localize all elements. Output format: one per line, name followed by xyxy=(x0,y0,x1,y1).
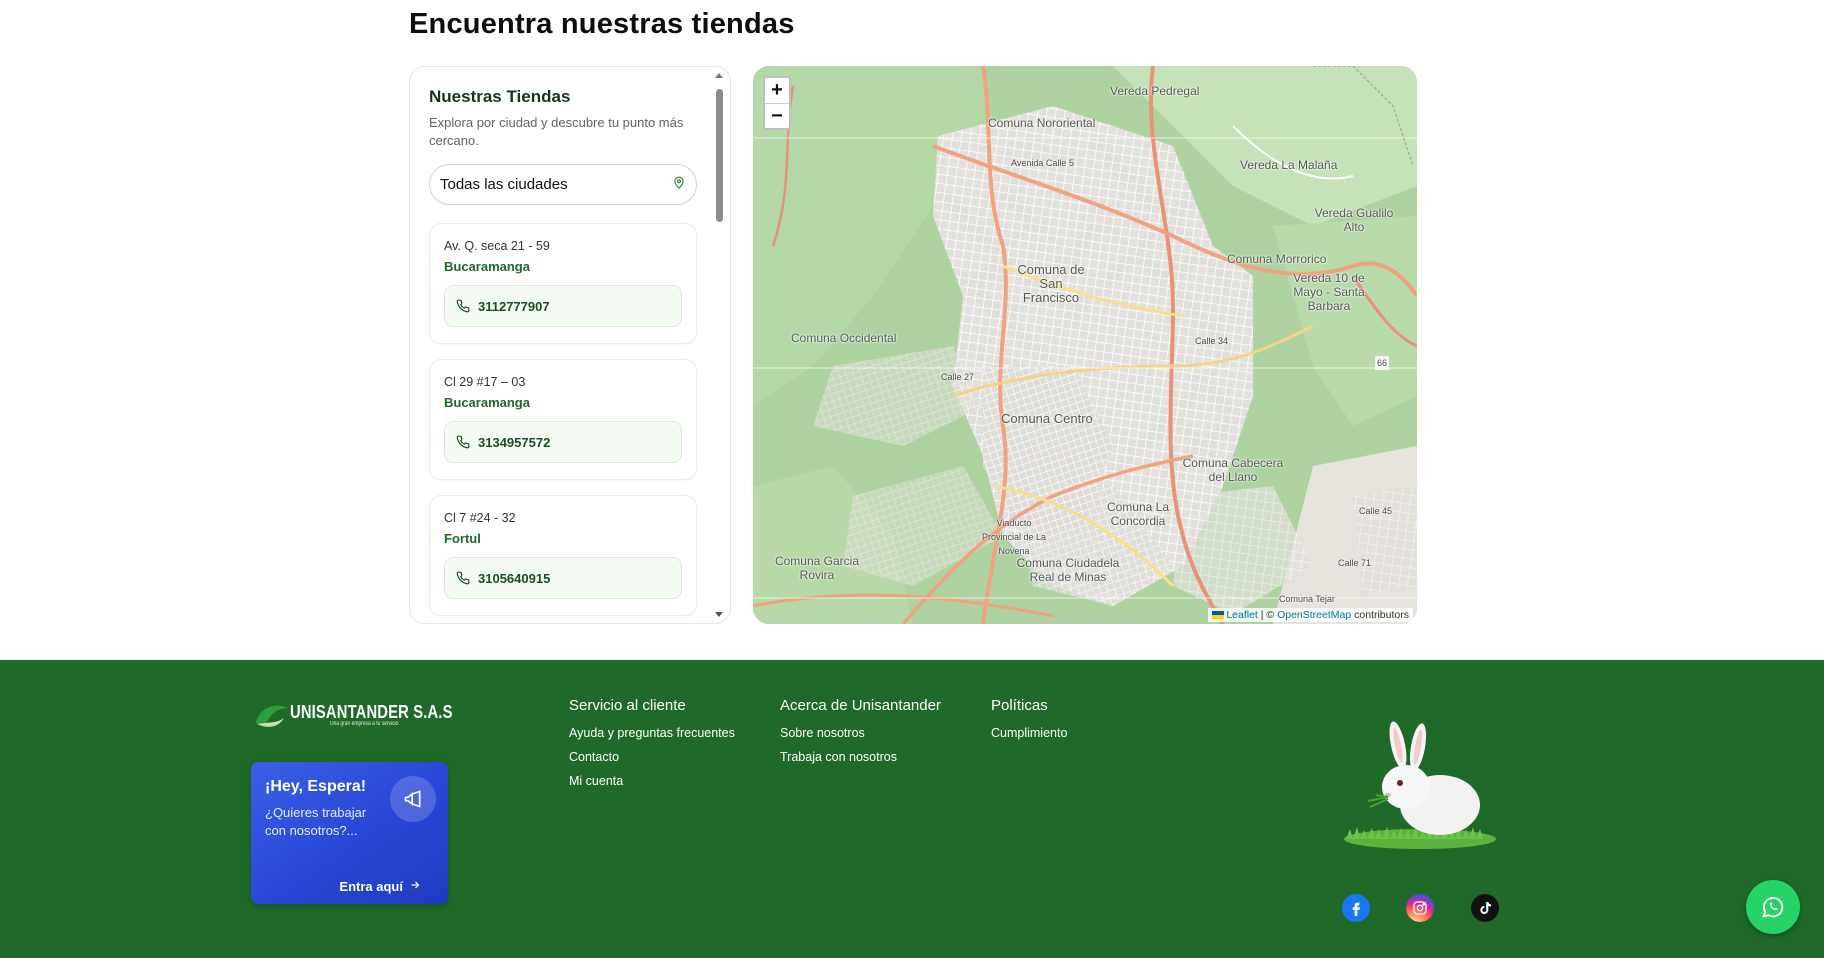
map-label: Vereda Gualilo Alto xyxy=(1314,206,1394,234)
zoom-out-button[interactable]: − xyxy=(765,103,789,128)
store-phone-number: 3134957572 xyxy=(478,434,551,450)
logo-tagline: Una gran empresa a tu servicio xyxy=(330,721,399,727)
arrow-right-icon xyxy=(409,879,421,894)
map-label: Viaducto Provincial de La Novena xyxy=(981,518,1047,556)
map-label: Comuna Centro xyxy=(1001,411,1093,426)
map-label: Avenida Calle 5 xyxy=(1011,158,1074,168)
instagram-icon[interactable] xyxy=(1406,894,1434,922)
ukraine-flag-icon xyxy=(1212,611,1225,620)
footer-column-acerca: Acerca de Unisantander Sobre nosotros Tr… xyxy=(780,697,941,774)
leaflet-link[interactable]: Leaflet xyxy=(1226,609,1258,621)
map-label: Comuna Cabecera del Llano xyxy=(1182,456,1284,484)
map-label: Comuna Morrorico xyxy=(1227,252,1327,266)
map-zoom-control: + − xyxy=(763,76,791,130)
footer-link[interactable]: Contacto xyxy=(569,750,735,764)
store-city: Bucaramanga xyxy=(444,259,530,274)
store-card[interactable]: Cl 7 #24 - 32 Fortul 3105640915 xyxy=(429,495,697,616)
whatsapp-chat-button[interactable] xyxy=(1746,880,1800,934)
promo-text: ¿Quieres trabajar con nosotros?... xyxy=(265,805,367,838)
megaphone-icon xyxy=(390,776,436,822)
store-city: Bucaramanga xyxy=(444,395,530,410)
route-marker: 66 xyxy=(1375,356,1390,370)
map-label: Calle 27 xyxy=(941,372,975,382)
store-card[interactable]: Cl 29 #17 – 03 Bucaramanga 3134957572 xyxy=(429,359,697,480)
store-address: Cl 7 #24 - 32 xyxy=(444,511,516,525)
map-tiles xyxy=(753,66,1417,624)
footer-link[interactable]: Trabaja con nosotros xyxy=(780,750,941,764)
leaf-logo-icon xyxy=(256,705,288,727)
map-attribution: Leaflet | © OpenStreetMap contributors xyxy=(1208,608,1413,622)
zoom-in-button[interactable]: + xyxy=(765,78,789,103)
stores-title: Nuestras Tiendas xyxy=(429,87,571,106)
whatsapp-icon xyxy=(1762,897,1784,918)
map-label: Vereda Pedregal xyxy=(1110,84,1200,98)
promo-link[interactable]: Entra aquí xyxy=(339,879,421,894)
phone-icon xyxy=(456,299,470,313)
scroll-thumb[interactable] xyxy=(716,89,723,222)
footer-column-title: Políticas xyxy=(991,697,1048,714)
footer-column-servicio: Servicio al cliente Ayuda y preguntas fr… xyxy=(569,697,735,798)
store-address: Av. Q. seca 21 - 59 xyxy=(444,239,550,253)
footer-link[interactable]: Cumplimiento xyxy=(991,726,1067,740)
store-phone-number: 3112777907 xyxy=(478,298,550,314)
map-label: Comuna Nororiental xyxy=(988,116,1096,130)
map-label: Comuna Garcia Rovira xyxy=(774,554,860,582)
store-card[interactable]: Av. Q. seca 21 - 59 Bucaramanga 31127779… xyxy=(429,223,697,344)
location-pin-icon xyxy=(672,176,686,194)
page-title: Encuentra nuestras tiendas xyxy=(409,8,795,40)
scroll-up-arrow[interactable] xyxy=(715,73,723,78)
tiktok-icon[interactable] xyxy=(1471,894,1499,922)
facebook-icon[interactable] xyxy=(1342,894,1370,922)
store-phone-button[interactable]: 3105640915 xyxy=(444,557,682,599)
map-label: Comuna La Concordia xyxy=(1106,500,1170,528)
store-address: Cl 29 #17 – 03 xyxy=(444,375,526,389)
store-map[interactable]: + − Vereda Pedregal Comuna Nororiental V… xyxy=(753,66,1417,624)
stores-scrollbar[interactable] xyxy=(714,71,724,619)
phone-icon xyxy=(456,435,470,449)
stores-subtitle: Explora por ciudad y descubre tu punto m… xyxy=(429,115,684,148)
city-filter-value: Todas las ciudades xyxy=(440,176,568,193)
phone-icon xyxy=(456,571,470,585)
rabbit-illustration xyxy=(1344,721,1496,849)
stores-panel: Nuestras Tiendas Explora por ciudad y de… xyxy=(409,66,731,624)
store-phone-button[interactable]: 3134957572 xyxy=(444,421,682,463)
map-label: Comuna Ciudadela Real de Minas xyxy=(1016,556,1120,584)
logo-name: UNISANTANDER S.A.S xyxy=(290,702,453,722)
map-label: Calle 71 xyxy=(1338,558,1372,568)
footer-column-politicas: Políticas Cumplimiento xyxy=(991,697,1067,750)
footer-link[interactable]: Sobre nosotros xyxy=(780,726,941,740)
footer-link[interactable]: Ayuda y preguntas frecuentes xyxy=(569,726,735,740)
store-city: Fortul xyxy=(444,531,481,546)
stores-list: Nuestras Tiendas Explora por ciudad y de… xyxy=(410,67,716,623)
map-label: Vereda La Malaña xyxy=(1240,158,1338,172)
attribution-separator: | © xyxy=(1257,609,1278,621)
work-with-us-promo[interactable]: ¡Hey, Espera! ¿Quieres trabajar con noso… xyxy=(251,762,448,904)
company-logo[interactable]: UNISANTANDER S.A.S Una gran empresa a tu… xyxy=(254,700,488,730)
city-filter-select[interactable]: Todas las ciudades xyxy=(429,164,697,205)
promo-link-label: Entra aquí xyxy=(339,879,403,894)
attribution-suffix: contributors xyxy=(1351,609,1409,621)
site-footer: UNISANTANDER S.A.S Una gran empresa a tu… xyxy=(0,660,1824,958)
map-label: Vereda 10 de Mayo - Santa Barbara xyxy=(1293,271,1365,313)
map-label: Comuna Occidental xyxy=(791,331,897,345)
map-label: Comuna de San Francisco xyxy=(1017,262,1085,305)
store-phone-number: 3105640915 xyxy=(478,570,551,586)
store-phone-button[interactable]: 3112777907 xyxy=(444,285,682,327)
osm-link[interactable]: OpenStreetMap xyxy=(1277,609,1351,621)
map-label: Comuna Tejar xyxy=(1279,594,1335,604)
map-label: Calle 34 xyxy=(1195,336,1229,346)
footer-column-title: Acerca de Unisantander xyxy=(780,697,941,714)
map-label: Calle 45 xyxy=(1359,506,1393,516)
footer-column-title: Servicio al cliente xyxy=(569,697,686,714)
scroll-down-arrow[interactable] xyxy=(715,612,723,617)
footer-link[interactable]: Mi cuenta xyxy=(569,774,735,788)
